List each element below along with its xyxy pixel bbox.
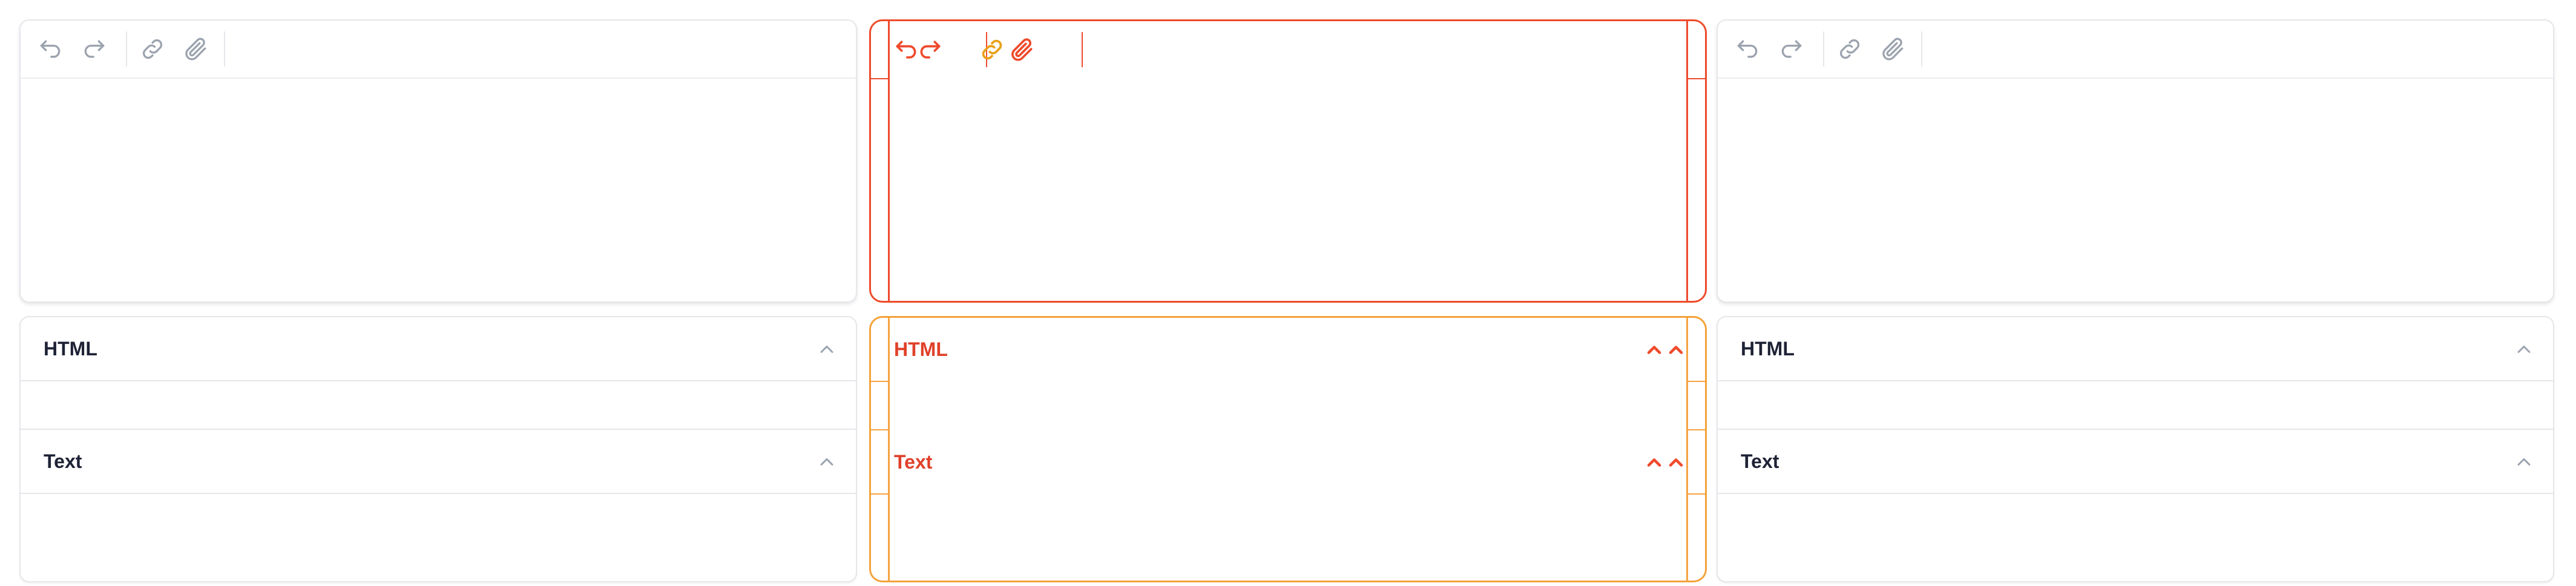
editor-toolbar (1718, 21, 2553, 79)
output-accordion: HTML Text (1717, 316, 2554, 582)
accordion-title: Text (44, 450, 82, 472)
output-accordion: HTML Text (869, 316, 1707, 582)
chevron-up-icon[interactable] (816, 451, 838, 473)
highlight-line (1686, 78, 1705, 79)
link-icon (982, 39, 1002, 60)
accordion-content-text (21, 494, 856, 542)
accordion-header-text[interactable]: Text (871, 430, 1705, 495)
accordion-header-text[interactable]: Text (21, 430, 856, 494)
toolbar-divider (126, 31, 127, 67)
chevron-up-icon[interactable] (816, 338, 838, 360)
panel-middle: HTML Text (869, 0, 1707, 586)
redo-button[interactable] (80, 35, 109, 64)
accordion-title: Text (1741, 450, 1779, 472)
accordion-title: HTML (894, 338, 948, 360)
accordion-header-text[interactable]: Text (1718, 430, 2553, 494)
chevron-up-icon[interactable] (1643, 452, 1665, 473)
undo-icon (1737, 40, 1758, 58)
panel-right: HTML Text (1717, 0, 2554, 586)
link-button[interactable] (978, 35, 1007, 64)
chevron-up-icon[interactable] (2513, 338, 2535, 360)
accordion-title: HTML (44, 338, 97, 360)
attachment-button[interactable] (1879, 35, 1908, 64)
chevron-up-icon[interactable] (1643, 339, 1665, 361)
link-button[interactable] (138, 35, 167, 64)
output-accordion: HTML Text (19, 316, 857, 582)
toolbar-divider (1082, 32, 1083, 67)
accordion-header-html[interactable]: HTML (871, 318, 1705, 382)
accordion-content-html (1718, 381, 2553, 430)
accordion-header-html[interactable]: HTML (21, 317, 856, 381)
accordion-title: Text (894, 451, 933, 473)
rich-text-editor (19, 19, 857, 303)
accordion-content-text (1718, 494, 2553, 542)
attachment-icon (185, 38, 206, 61)
undo-icon (40, 40, 61, 58)
accordion-content-html (871, 382, 1705, 430)
redo-icon (1781, 40, 1802, 58)
link-icon (1839, 39, 1860, 59)
redo-icon (84, 40, 105, 58)
panel-left: HTML Text (19, 0, 857, 586)
accordion-title: HTML (1741, 338, 1795, 360)
toolbar-divider (1823, 31, 1824, 67)
attachment-icon (1011, 38, 1033, 61)
toolbar-divider (1921, 31, 1922, 67)
chevron-up-icon[interactable] (1665, 339, 1687, 361)
editor-toolbar (21, 21, 856, 79)
undo-button[interactable] (1733, 35, 1762, 64)
attachment-button[interactable] (182, 35, 211, 64)
accordion-content-text (871, 495, 1705, 543)
redo-button[interactable] (1777, 35, 1806, 64)
link-button[interactable] (1835, 35, 1864, 64)
chevron-up-icon[interactable] (1665, 452, 1687, 473)
chevron-up-icon[interactable] (2513, 451, 2535, 473)
redo-icon (920, 41, 941, 59)
undo-button[interactable] (36, 35, 65, 64)
toolbar-divider (224, 31, 225, 67)
link-icon (142, 39, 163, 59)
attachment-button[interactable] (1008, 35, 1037, 64)
rich-text-editor (1717, 19, 2554, 303)
accordion-content-html (21, 381, 856, 430)
accordion-header-html[interactable]: HTML (1718, 317, 2553, 381)
highlight-line (871, 78, 890, 79)
redo-button[interactable] (916, 35, 945, 64)
editor-toolbar (871, 21, 1705, 78)
attachment-icon (1882, 38, 1904, 61)
rich-text-editor (869, 19, 1707, 303)
